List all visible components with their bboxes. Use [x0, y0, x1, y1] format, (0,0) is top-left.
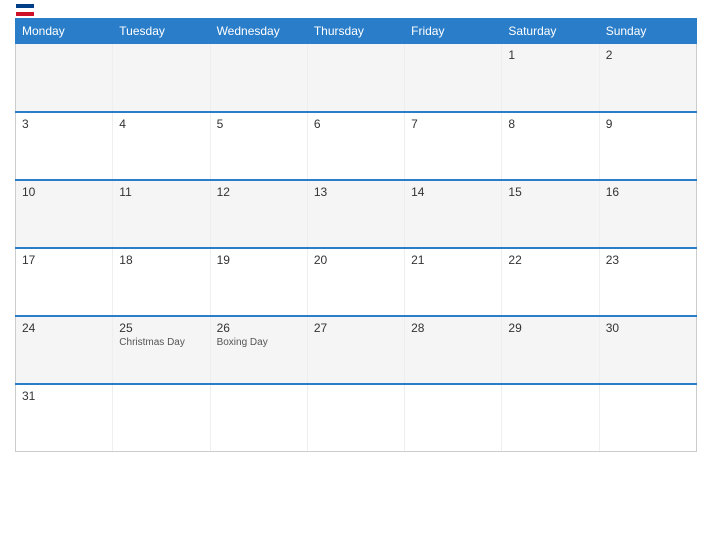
- calendar-cell: [210, 384, 307, 452]
- calendar-cell: 3: [16, 112, 113, 180]
- calendar-cell: 28: [405, 316, 502, 384]
- col-header-thursday: Thursday: [307, 19, 404, 44]
- calendar-cell: 11: [113, 180, 210, 248]
- col-header-wednesday: Wednesday: [210, 19, 307, 44]
- day-number: 19: [217, 253, 301, 267]
- day-number: 26: [217, 321, 301, 335]
- calendar-week-row: 3456789: [16, 112, 697, 180]
- calendar-page: MondayTuesdayWednesdayThursdayFridaySatu…: [0, 0, 712, 550]
- col-header-friday: Friday: [405, 19, 502, 44]
- calendar-cell: 20: [307, 248, 404, 316]
- day-number: 11: [119, 185, 203, 199]
- calendar-cell: 17: [16, 248, 113, 316]
- calendar-week-row: 17 18 19 20 21 22 23: [16, 248, 697, 316]
- day-number: 14: [411, 185, 495, 199]
- holiday-label: Christmas Day: [119, 337, 203, 348]
- calendar-cell: 6: [307, 112, 404, 180]
- calendar-cell: 14: [405, 180, 502, 248]
- calendar-cell: 8: [502, 112, 599, 180]
- calendar-cell: 2: [599, 44, 696, 112]
- col-header-saturday: Saturday: [502, 19, 599, 44]
- calendar-cell: [16, 44, 113, 112]
- calendar-cell: 15: [502, 180, 599, 248]
- day-number: 3: [22, 117, 106, 131]
- calendar-cell: [113, 44, 210, 112]
- calendar-week-row: 24 25 Christmas Day 26 Boxing Day 27 28 29 30: [16, 316, 697, 384]
- calendar-cell: [307, 384, 404, 452]
- calendar-cell: 16: [599, 180, 696, 248]
- col-header-monday: Monday: [16, 19, 113, 44]
- day-number: 31: [22, 389, 106, 403]
- calendar-header-row: MondayTuesdayWednesdayThursdayFridaySatu…: [16, 19, 697, 44]
- calendar-cell: 18: [113, 248, 210, 316]
- day-number: 7: [411, 117, 495, 131]
- calendar-cell: [307, 44, 404, 112]
- calendar-cell: 25 Christmas Day: [113, 316, 210, 384]
- logo: [15, 4, 34, 16]
- calendar-cell: 29: [502, 316, 599, 384]
- day-number: 23: [606, 253, 690, 267]
- calendar-cell: [502, 384, 599, 452]
- day-number: 27: [314, 321, 398, 335]
- day-number: 12: [217, 185, 301, 199]
- holiday-label: Boxing Day: [217, 337, 301, 348]
- calendar-cell: [599, 384, 696, 452]
- day-number: 21: [411, 253, 495, 267]
- day-number: 15: [508, 185, 592, 199]
- calendar-cell: 21: [405, 248, 502, 316]
- calendar-cell: 10: [16, 180, 113, 248]
- calendar-cell: [210, 44, 307, 112]
- day-number: 25: [119, 321, 203, 335]
- day-number: 17: [22, 253, 106, 267]
- logo-flag-icon: [16, 4, 34, 16]
- day-number: 30: [606, 321, 690, 335]
- calendar-week-row: 10 11 12 13 14 15 16: [16, 180, 697, 248]
- calendar-cell: 23: [599, 248, 696, 316]
- calendar-cell: 24: [16, 316, 113, 384]
- calendar-cell: 30: [599, 316, 696, 384]
- calendar-cell: 19: [210, 248, 307, 316]
- calendar-cell: 22: [502, 248, 599, 316]
- day-number: 16: [606, 185, 690, 199]
- day-number: 13: [314, 185, 398, 199]
- calendar-cell: 12: [210, 180, 307, 248]
- day-number: 29: [508, 321, 592, 335]
- calendar-cell: 7: [405, 112, 502, 180]
- day-number: 18: [119, 253, 203, 267]
- calendar-cell: 13: [307, 180, 404, 248]
- day-number: 6: [314, 117, 398, 131]
- calendar-cell: 31: [16, 384, 113, 452]
- calendar-cell: 9: [599, 112, 696, 180]
- calendar-week-row: 12: [16, 44, 697, 112]
- day-number: 1: [508, 48, 592, 62]
- day-number: 10: [22, 185, 106, 199]
- calendar-cell: [405, 384, 502, 452]
- col-header-tuesday: Tuesday: [113, 19, 210, 44]
- calendar-cell: [405, 44, 502, 112]
- calendar-cell: 27: [307, 316, 404, 384]
- day-number: 28: [411, 321, 495, 335]
- day-number: 4: [119, 117, 203, 131]
- col-header-sunday: Sunday: [599, 19, 696, 44]
- calendar-cell: [113, 384, 210, 452]
- calendar-cell: 4: [113, 112, 210, 180]
- day-number: 22: [508, 253, 592, 267]
- day-number: 9: [606, 117, 690, 131]
- day-number: 24: [22, 321, 106, 335]
- calendar-cell: 1: [502, 44, 599, 112]
- day-number: 20: [314, 253, 398, 267]
- day-number: 2: [606, 48, 690, 62]
- day-number: 8: [508, 117, 592, 131]
- calendar-cell: 5: [210, 112, 307, 180]
- calendar-cell: 26 Boxing Day: [210, 316, 307, 384]
- calendar-week-row: 31: [16, 384, 697, 452]
- calendar-table: MondayTuesdayWednesdayThursdayFridaySatu…: [15, 18, 697, 452]
- day-number: 5: [217, 117, 301, 131]
